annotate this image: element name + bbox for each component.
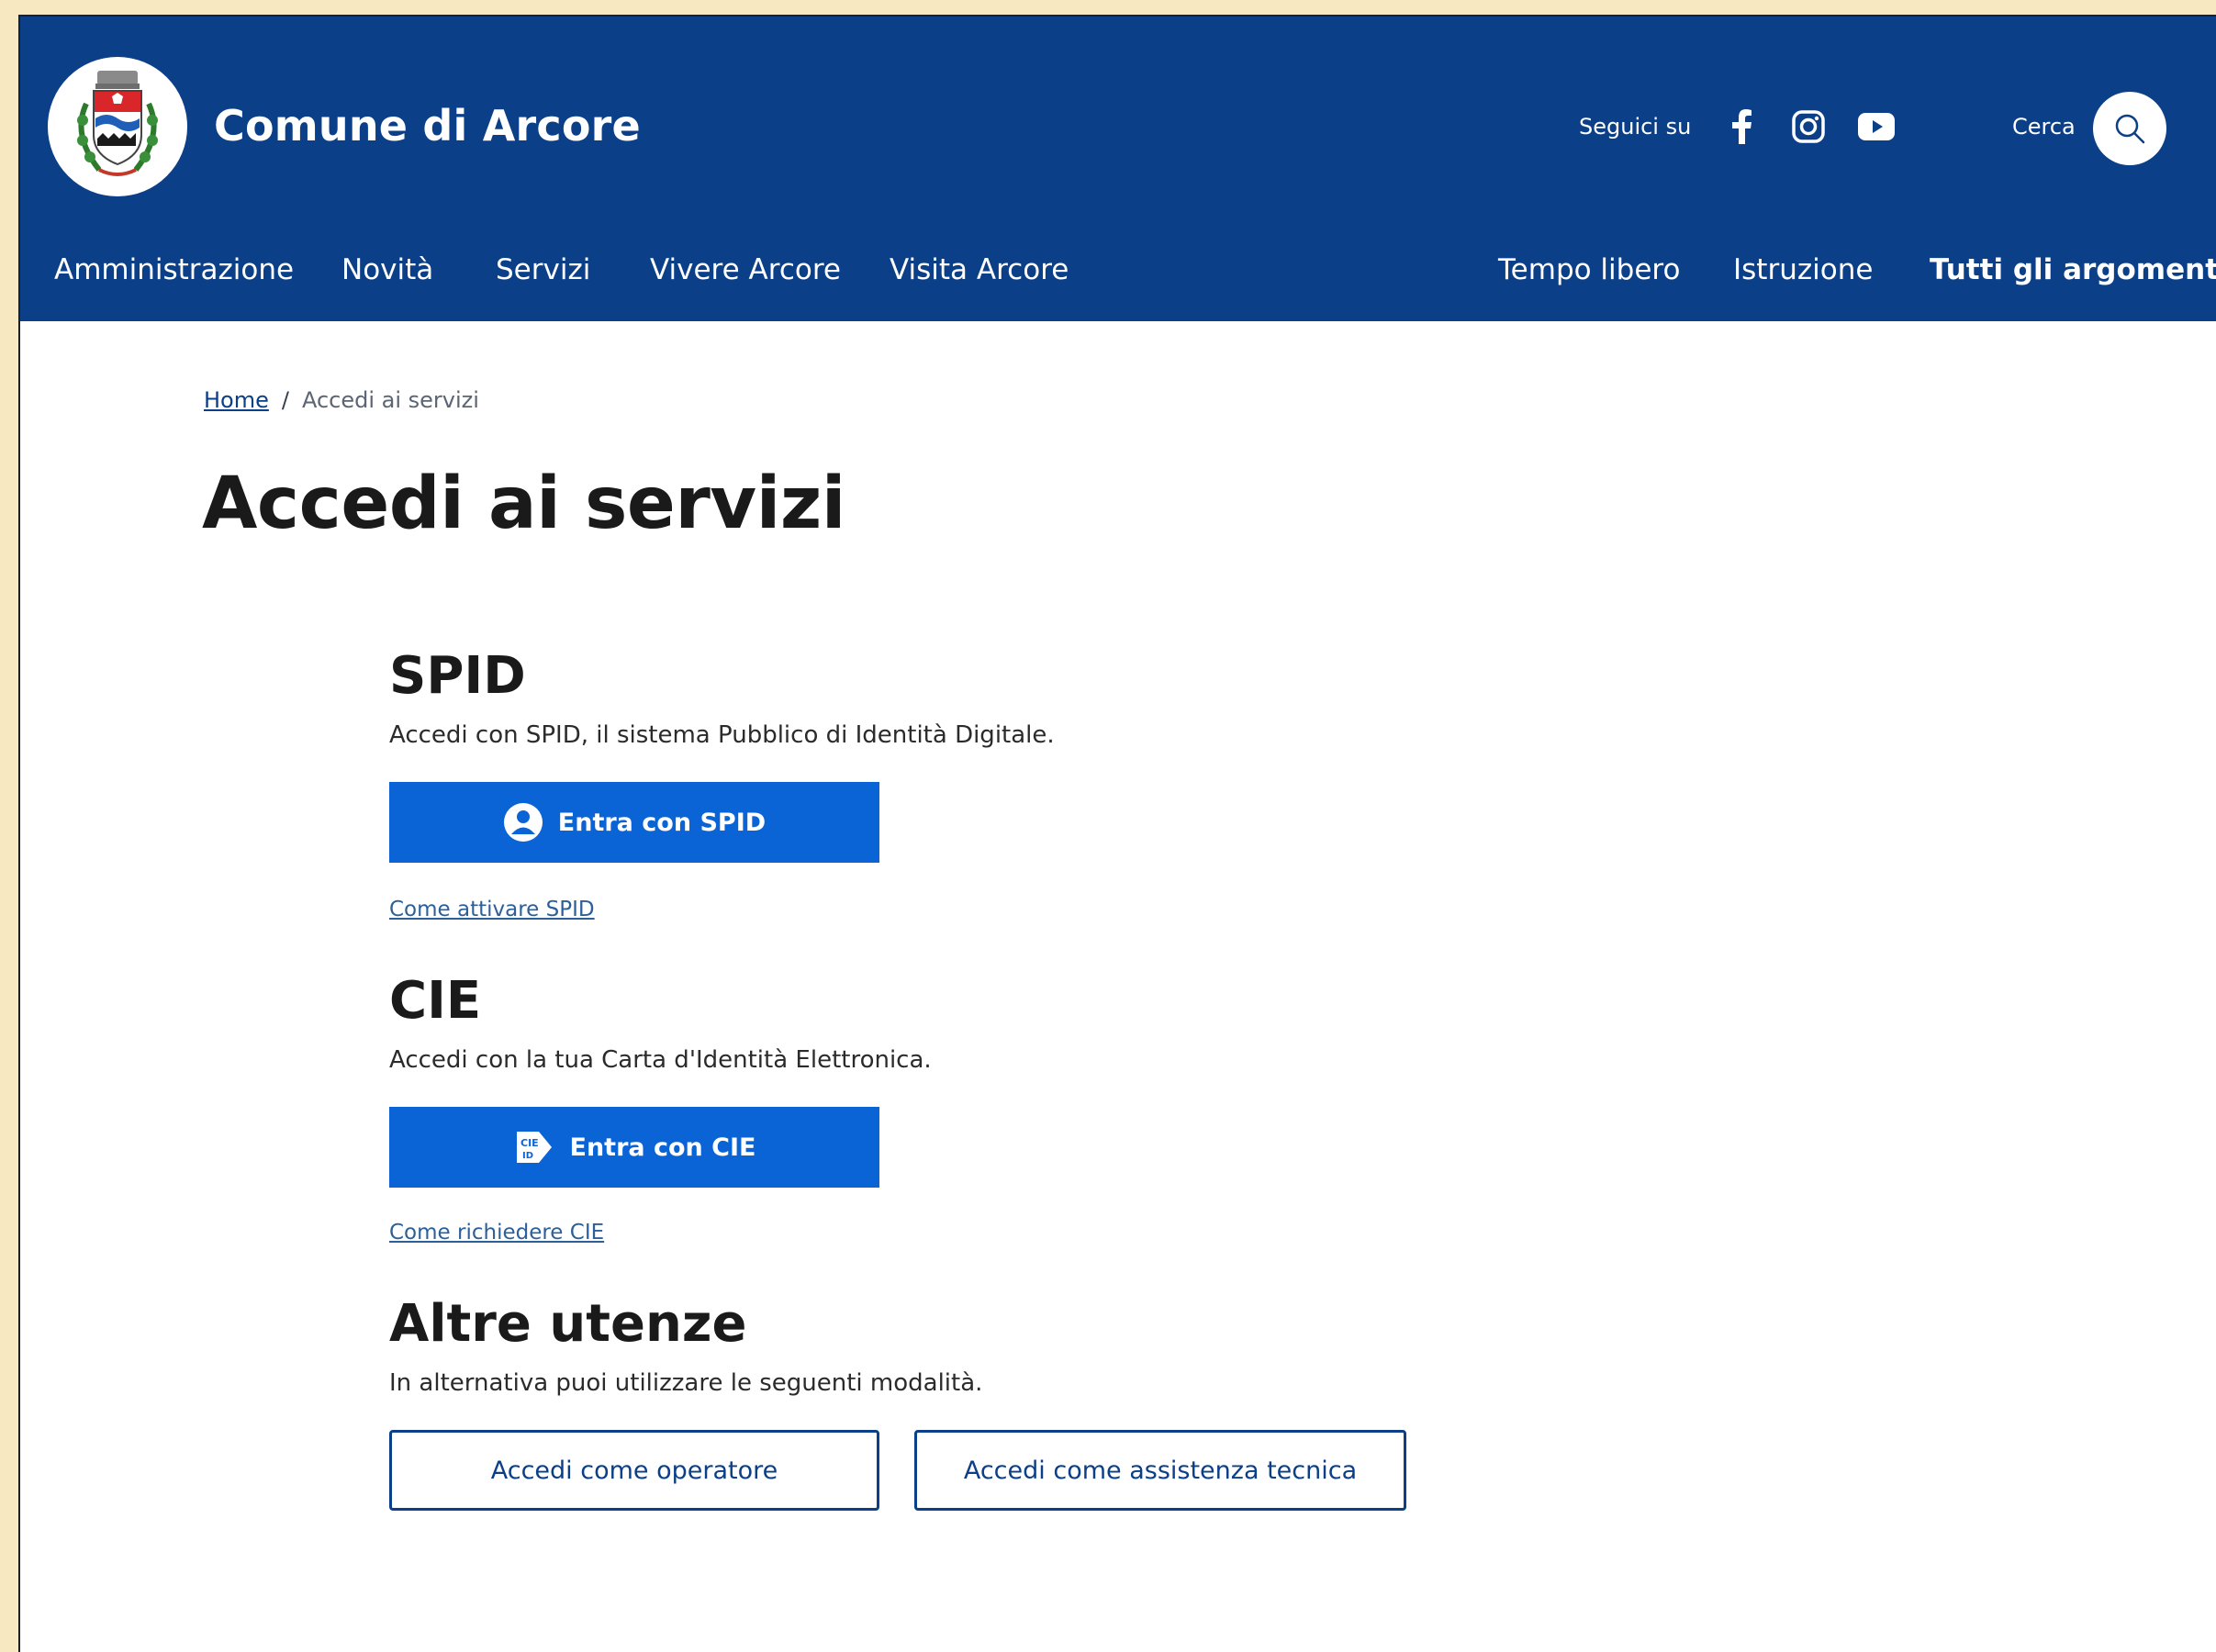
spid-description: Accedi con SPID, il sistema Pubblico di … [389, 721, 1055, 749]
cie-id-icon: CIE ID [516, 1132, 552, 1163]
breadcrumb-home-link[interactable]: Home [204, 387, 269, 413]
browser-viewport: Comune di Arcore Seguici su Cerca Ammini… [18, 15, 2216, 1652]
site-title[interactable]: Comune di Arcore [214, 101, 641, 151]
cie-button-label: Entra con CIE [569, 1133, 756, 1162]
altre-utenze-description: In alternativa puoi utilizzare le seguen… [389, 1369, 983, 1397]
facebook-icon[interactable] [1724, 108, 1761, 145]
cie-help-link[interactable]: Come richiedere CIE [389, 1221, 604, 1245]
nav-item-visita-arcore[interactable]: Visita Arcore [890, 253, 1069, 286]
social-label: Seguici su [1579, 114, 1692, 140]
spid-help-link[interactable]: Come attivare SPID [389, 898, 595, 921]
breadcrumb: Home / Accedi ai servizi [204, 387, 479, 413]
spid-login-button[interactable]: Entra con SPID [389, 782, 879, 863]
breadcrumb-current: Accedi ai servizi [301, 387, 479, 413]
coat-of-arms-icon [77, 71, 158, 176]
svg-text:ID: ID [522, 1151, 533, 1161]
spid-button-label: Entra con SPID [557, 808, 767, 837]
site-header: Comune di Arcore Seguici su Cerca Ammini… [20, 17, 2216, 321]
spid-title: SPID [389, 646, 526, 706]
search-button[interactable] [2093, 92, 2166, 165]
nav-item-tempo-libero[interactable]: Tempo libero [1498, 253, 1680, 286]
coat-of-arms-logo[interactable] [48, 57, 187, 196]
nav-item-amministrazione[interactable]: Amministrazione [54, 253, 294, 286]
svg-text:CIE: CIE [520, 1137, 539, 1149]
instagram-icon[interactable] [1790, 108, 1827, 145]
search-label: Cerca [2012, 114, 2076, 140]
nav-item-novita[interactable]: Novità [341, 253, 433, 286]
youtube-icon[interactable] [1858, 108, 1895, 145]
nav-item-servizi[interactable]: Servizi [496, 253, 590, 286]
page-title: Accedi ai servizi [202, 463, 846, 545]
altre-utenze-title: Altre utenze [389, 1294, 747, 1354]
cie-title: CIE [389, 971, 482, 1031]
cie-description: Accedi con la tua Carta d'Identità Elett… [389, 1046, 932, 1074]
search-icon [2115, 114, 2145, 144]
operator-login-button[interactable]: Accedi come operatore [389, 1430, 879, 1511]
cie-login-button[interactable]: CIE ID Entra con CIE [389, 1107, 879, 1188]
nav-item-vivere-arcore[interactable]: Vivere Arcore [650, 253, 841, 286]
nav-item-tutti-gli-argomenti[interactable]: Tutti gli argomenti... [1930, 253, 2216, 286]
nav-item-istruzione[interactable]: Istruzione [1733, 253, 1873, 286]
breadcrumb-separator: / [281, 387, 289, 413]
support-login-button[interactable]: Accedi come assistenza tecnica [914, 1430, 1406, 1511]
user-icon [503, 803, 543, 842]
